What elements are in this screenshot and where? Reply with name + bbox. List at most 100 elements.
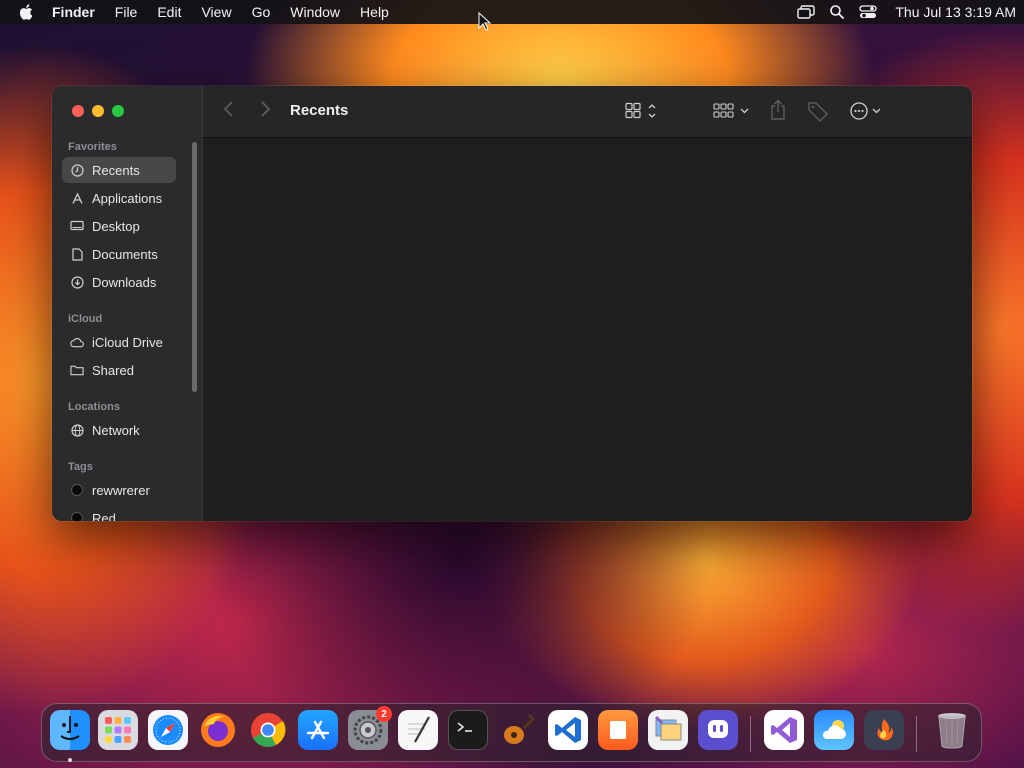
firefox-icon — [201, 713, 235, 747]
screen-mirroring-icon[interactable] — [797, 5, 816, 19]
sidebar-scrollbar[interactable] — [192, 142, 197, 392]
dock-app-garageband[interactable] — [498, 710, 538, 750]
back-icon[interactable] — [223, 100, 235, 118]
menu-edit[interactable]: Edit — [157, 4, 181, 20]
sidebar-item-label: Recents — [92, 162, 140, 178]
apple-menu[interactable] — [14, 4, 38, 20]
sidebar-item-label: Network — [92, 422, 140, 438]
dock-app-preview[interactable] — [648, 710, 688, 750]
trash-icon — [938, 713, 966, 749]
group-icon[interactable] — [713, 102, 751, 120]
dock-app-burn[interactable] — [864, 710, 904, 750]
menu-bar: Finder File Edit View Go Window Help Thu… — [0, 0, 1024, 24]
tag-icon[interactable] — [807, 100, 829, 122]
desktop-icon — [70, 219, 84, 233]
sidebar-item-label: Red — [92, 510, 116, 522]
minimize-button[interactable] — [92, 105, 104, 117]
menu-window[interactable]: Window — [290, 4, 340, 20]
menu-app-name[interactable]: Finder — [52, 4, 95, 20]
sidebar-item-desktop[interactable]: Desktop — [62, 213, 176, 239]
notification-badge: 2 — [376, 706, 392, 722]
zoom-button[interactable] — [112, 105, 124, 117]
dock-app-pages[interactable] — [598, 710, 638, 750]
mastodon-icon — [708, 720, 728, 738]
finder-window: Favorites Recents Applications Desktop D… — [52, 86, 972, 521]
sidebar-item-label: Downloads — [92, 274, 157, 290]
pages-icon — [610, 721, 626, 739]
window-controls — [72, 105, 124, 117]
running-indicator — [68, 758, 72, 762]
preview-photos-icon — [654, 715, 682, 741]
dock-app-trash[interactable] — [932, 710, 972, 750]
dock-app-vscode[interactable] — [548, 710, 588, 750]
view-grid-icon[interactable] — [625, 102, 659, 120]
close-button[interactable] — [72, 105, 84, 117]
menu-file[interactable]: File — [115, 4, 138, 20]
vscode-icon — [555, 717, 581, 743]
dock-app-firefox[interactable] — [198, 710, 238, 750]
sidebar-item-downloads[interactable]: Downloads — [62, 269, 176, 295]
forward-icon[interactable] — [259, 100, 271, 118]
flame-icon — [877, 719, 893, 741]
sidebar-item-shared[interactable]: Shared — [62, 357, 176, 383]
finder-face-icon — [60, 716, 80, 740]
sidebar-item-label: rewwrerer — [92, 482, 150, 498]
dock-app-visual-studio[interactable] — [764, 710, 804, 750]
menu-go[interactable]: Go — [252, 4, 271, 20]
shared-folder-icon — [70, 363, 84, 377]
safari-compass-icon — [153, 715, 183, 745]
sidebar-item-tag-rewwrerer[interactable]: rewwrerer — [62, 477, 176, 503]
menu-clock[interactable]: Thu Jul 13 3:19 AM — [895, 4, 1016, 20]
spotlight-search-icon[interactable] — [829, 4, 845, 20]
textedit-pen-icon — [408, 716, 430, 743]
tag-dot-icon — [70, 483, 84, 497]
sidebar-item-label: Desktop — [92, 218, 140, 234]
clock-icon — [70, 163, 84, 177]
menu-view[interactable]: View — [201, 4, 231, 20]
dock-app-terminal[interactable] — [448, 710, 488, 750]
file-list-area[interactable] — [203, 138, 972, 521]
dock: 2 — [41, 703, 982, 762]
app-store-icon — [306, 720, 330, 740]
sidebar-section-locations: Locations — [68, 401, 120, 413]
dock-app-system-settings[interactable]: 2 — [348, 706, 392, 750]
dock-app-weather[interactable] — [814, 710, 854, 750]
dock-app-finder[interactable] — [50, 710, 90, 750]
sidebar-item-applications[interactable]: Applications — [62, 185, 176, 211]
chrome-icon — [251, 713, 286, 747]
mouse-cursor-icon — [478, 12, 492, 31]
globe-icon — [70, 423, 84, 437]
dock-app-app-store[interactable] — [298, 710, 338, 750]
weather-cloud-icon — [822, 720, 846, 739]
cloud-icon — [70, 335, 84, 349]
applications-icon — [70, 191, 84, 205]
control-center-icon[interactable] — [859, 5, 878, 19]
guitar-icon — [504, 714, 535, 744]
dock-separator — [916, 716, 917, 752]
launchpad-grid-icon — [105, 717, 131, 743]
sidebar-item-icloud-drive[interactable]: iCloud Drive — [62, 329, 176, 355]
tag-dot-icon — [70, 511, 84, 521]
dock-separator — [750, 716, 751, 752]
sidebar-item-documents[interactable]: Documents — [62, 241, 176, 267]
more-icon[interactable] — [849, 101, 887, 121]
dock-app-safari[interactable] — [148, 710, 188, 750]
terminal-prompt-icon — [457, 722, 472, 732]
dock-app-chrome[interactable] — [248, 710, 288, 750]
dock-app-launchpad[interactable] — [98, 710, 138, 750]
apple-icon — [19, 4, 33, 20]
sidebar-section-icloud: iCloud — [68, 313, 103, 325]
dock-app-mastodon[interactable] — [698, 710, 738, 750]
menu-help[interactable]: Help — [360, 4, 389, 20]
window-title: Recents — [290, 102, 349, 119]
share-icon[interactable] — [769, 99, 787, 121]
document-icon — [70, 247, 84, 261]
sidebar-item-recents[interactable]: Recents — [62, 157, 176, 183]
sidebar-item-network[interactable]: Network — [62, 417, 176, 443]
sidebar-item-label: Documents — [92, 246, 158, 262]
finder-sidebar: Favorites Recents Applications Desktop D… — [52, 86, 203, 521]
sidebar-item-tag-red[interactable]: Red — [62, 505, 176, 521]
visual-studio-icon — [771, 717, 797, 743]
dock-app-textedit[interactable] — [398, 710, 438, 750]
sidebar-section-favorites: Favorites — [68, 141, 117, 153]
